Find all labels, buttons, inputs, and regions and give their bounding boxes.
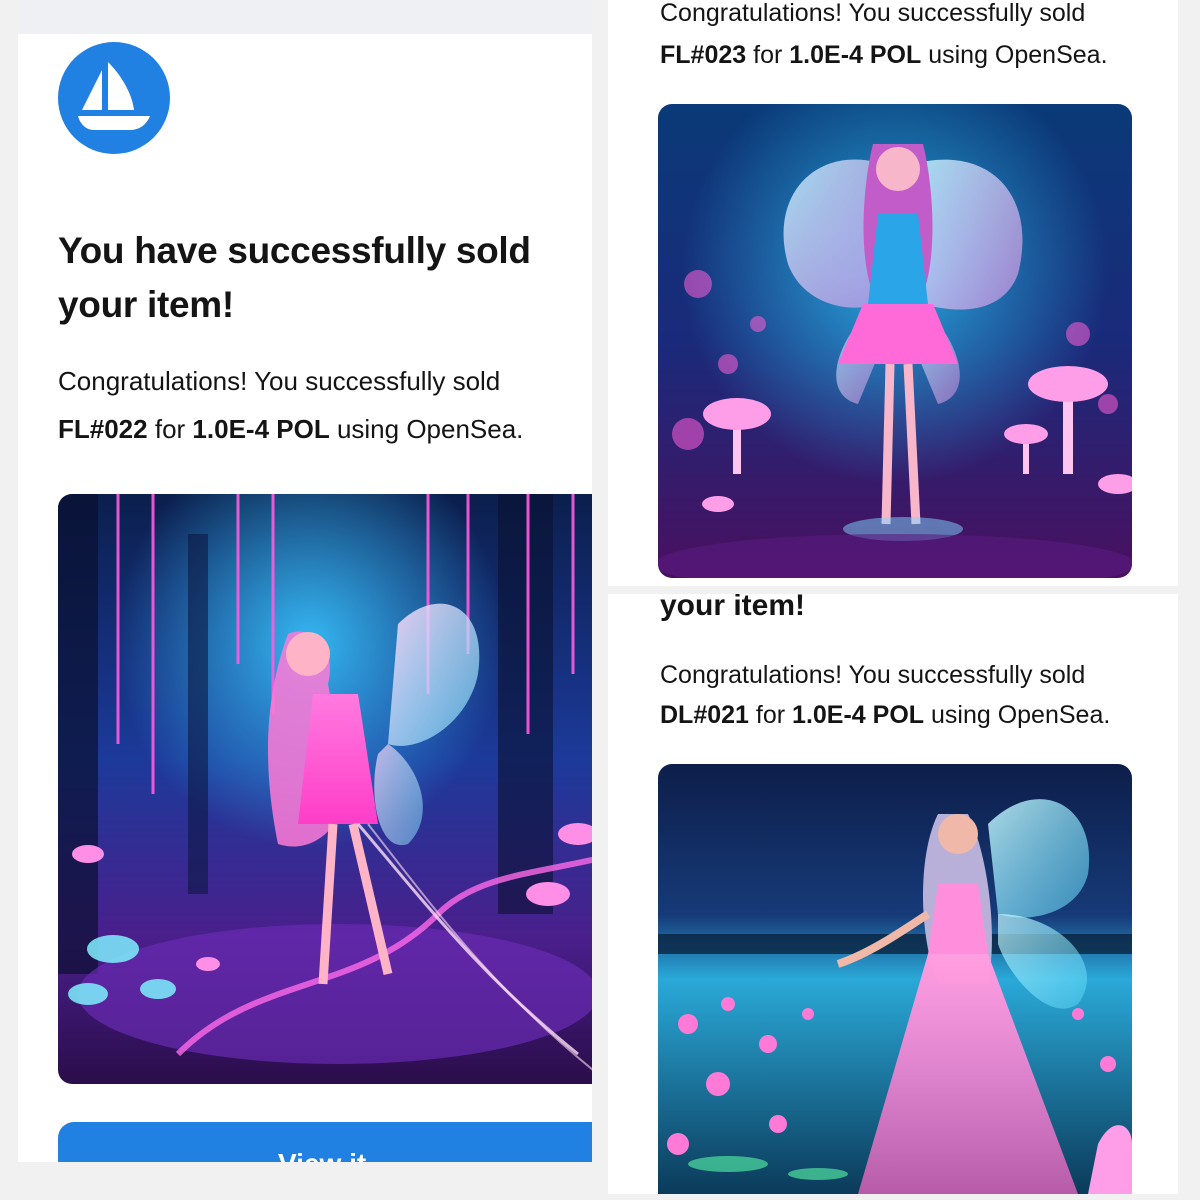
left-email-panel: You have successfully sold your item! Co… <box>18 0 592 1162</box>
for-text: for <box>755 701 786 729</box>
sale-price: 1.0E-4 POL <box>192 414 330 444</box>
congrats-text-cut: Congratulations! You successfully sold <box>660 0 1086 27</box>
sale-details: DL#021 for 1.0E-4 POL using OpenSea. <box>660 692 1110 738</box>
right-top-email-panel: Congratulations! You successfully sold F… <box>608 0 1178 586</box>
marketplace-text: using OpenSea. <box>928 41 1108 69</box>
marketplace-text: using OpenSea. <box>931 701 1111 729</box>
for-text: for <box>154 414 186 444</box>
nft-image-fl022[interactable] <box>58 494 592 1084</box>
panel-edge <box>608 578 1178 586</box>
item-id: FL#023 <box>660 41 747 69</box>
panel-topbar <box>18 0 592 34</box>
view-item-button[interactable]: View it <box>58 1122 592 1162</box>
congrats-text: Congratulations! You successfully sold <box>58 366 501 396</box>
item-id: DL#021 <box>660 701 749 729</box>
view-item-label: View it <box>278 1148 366 1162</box>
sale-heading: You have successfully sold your item! <box>58 230 531 325</box>
nft-image-dl021[interactable] <box>658 764 1132 1194</box>
opensea-logo-icon <box>58 42 170 154</box>
sale-price: 1.0E-4 POL <box>789 41 922 69</box>
sale-price: 1.0E-4 POL <box>792 701 925 729</box>
nft-image-fl023[interactable] <box>658 104 1132 578</box>
sale-details: FL#022 for 1.0E-4 POL using OpenSea. <box>58 406 523 452</box>
item-id: FL#022 <box>58 414 148 444</box>
for-text: for <box>753 41 783 69</box>
marketplace-text: using OpenSea. <box>336 414 524 444</box>
sale-details: FL#023 for 1.0E-4 POL using OpenSea. <box>660 32 1108 78</box>
right-bottom-email-panel: your item! Congratulations! You successf… <box>608 594 1178 1194</box>
sale-heading-cut: your item! <box>660 594 806 622</box>
